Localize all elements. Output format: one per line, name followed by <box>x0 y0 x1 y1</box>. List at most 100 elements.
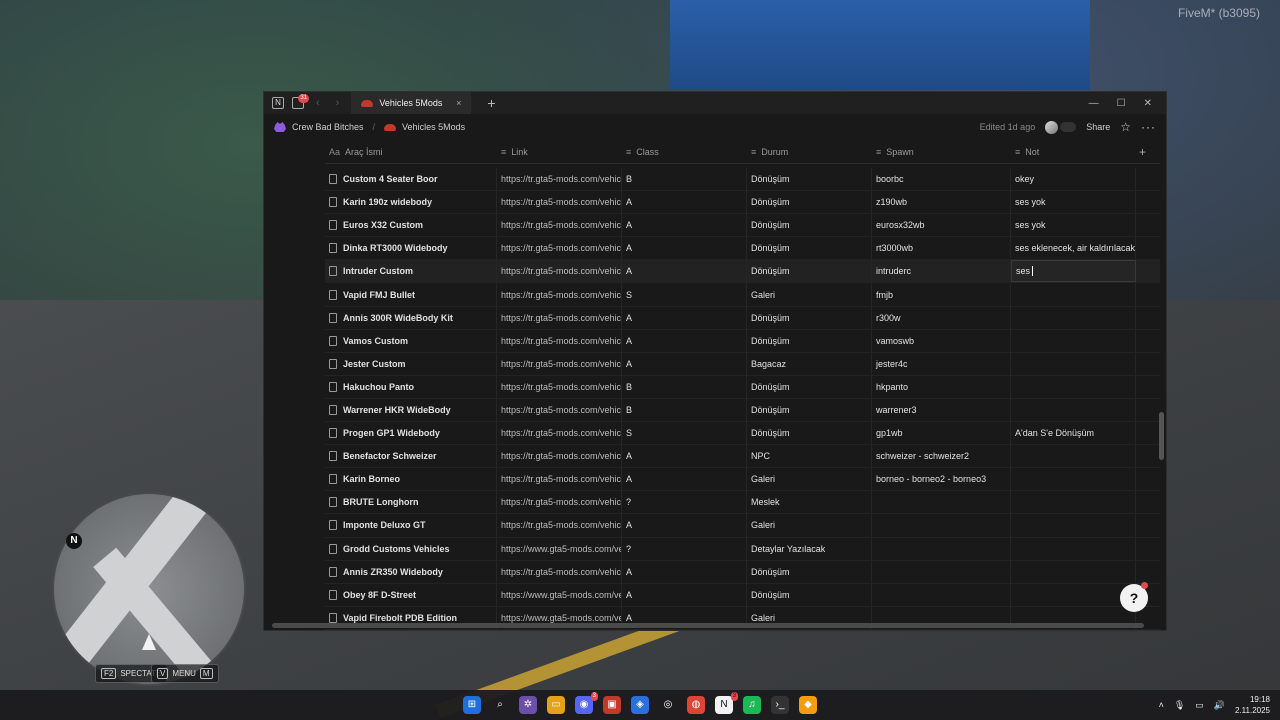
cell-durum[interactable]: Dönüşüm <box>747 214 872 237</box>
cell-name[interactable]: Intruder Custom <box>325 260 497 283</box>
cell-class[interactable]: A <box>622 237 747 260</box>
cell-name[interactable]: Vamos Custom <box>325 329 497 352</box>
cell-spawn[interactable]: boorbc <box>872 168 1011 191</box>
cell-link[interactable]: https://tr.gta5-mods.com/vehic <box>497 398 622 422</box>
cell-name[interactable]: Annis ZR350 Widebody <box>325 560 497 583</box>
help-button[interactable]: ? <box>1120 582 1148 612</box>
cell-class[interactable]: A <box>622 560 747 583</box>
tray-chevron-icon[interactable]: ˄ <box>1159 700 1164 710</box>
table-row[interactable]: Grodd Customs Vehicles https://www.gta5-m… <box>325 537 1160 561</box>
terminal-icon[interactable]: ›_ <box>771 696 789 714</box>
cell-class[interactable]: A <box>622 214 747 237</box>
cell-spawn[interactable]: jester4c <box>872 352 1011 375</box>
table-row[interactable]: Vamos Custom https://tr.gta5-mods.com/veh… <box>325 329 1160 353</box>
cell-not[interactable] <box>1011 375 1136 398</box>
table-row[interactable]: Obey 8F D-Street https://www.gta5-mods.co… <box>325 583 1160 607</box>
avatar[interactable] <box>1045 120 1059 134</box>
cell-durum[interactable]: Dönüşüm <box>747 329 872 352</box>
cell-spawn[interactable]: hkpanto <box>872 375 1011 398</box>
more-options-icon[interactable]: ··· <box>1141 120 1156 134</box>
steam-icon[interactable]: ◈ <box>631 696 649 714</box>
cell-spawn[interactable] <box>872 514 1011 537</box>
cell-spawn[interactable]: eurosx32wb <box>872 214 1011 237</box>
cell-link[interactable]: https://tr.gta5-mods.com/vehic <box>497 375 622 398</box>
cell-link[interactable]: https://tr.gta5-mods.com/vehic <box>497 306 622 329</box>
clock[interactable]: 19:18 2.11.2025 <box>1235 694 1270 716</box>
cell-not[interactable]: ses yok <box>1011 214 1136 237</box>
cell-link[interactable]: https://tr.gta5-mods.com/vehic <box>497 422 622 445</box>
fivem-icon[interactable]: ◆ <box>799 696 817 714</box>
cell-name[interactable]: Warrener HKR WideBody <box>325 398 497 422</box>
table-row[interactable]: Karin Borneo https://tr.gta5-mods.com/veh… <box>325 468 1160 492</box>
table-row[interactable]: Dinka RT3000 Widebody https://tr.gta5-mod… <box>325 237 1160 261</box>
cell-name[interactable]: Karin 190z widebody <box>325 191 497 214</box>
start-icon[interactable]: ⊞ <box>463 696 481 714</box>
cell-class[interactable]: A <box>622 468 747 491</box>
cell-link[interactable]: https://tr.gta5-mods.com/vehic <box>497 237 622 260</box>
cell-durum[interactable]: Detaylar Yazılacak <box>747 537 872 560</box>
cell-link[interactable]: https://www.gta5-mods.com/ve <box>497 537 622 560</box>
cell-not[interactable] <box>1011 468 1136 491</box>
cell-class[interactable]: B <box>622 375 747 398</box>
table-row[interactable]: Warrener HKR WideBody https://tr.gta5-mod… <box>325 398 1160 423</box>
cell-class[interactable]: A <box>622 352 747 375</box>
cell-durum[interactable]: Dönüşüm <box>747 260 872 283</box>
cell-link[interactable]: https://tr.gta5-mods.com/vehic <box>497 260 622 283</box>
cell-name[interactable]: Grodd Customs Vehicles <box>325 537 497 560</box>
table-row[interactable]: Vapid FMJ Bullet https://tr.gta5-mods.com… <box>325 283 1160 307</box>
cell-name[interactable]: Custom 4 Seater Boor <box>325 168 497 191</box>
cell-not[interactable] <box>1011 514 1136 537</box>
minimize-icon[interactable]: — <box>1089 98 1099 109</box>
table-row[interactable]: Jester Custom https://tr.gta5-mods.com/ve… <box>325 352 1160 376</box>
cell-spawn[interactable]: rt3000wb <box>872 237 1011 260</box>
cell-class[interactable]: A <box>622 191 747 214</box>
table-row[interactable]: Intruder Custom https://tr.gta5-mods.com/… <box>325 260 1160 284</box>
cell-link[interactable]: https://tr.gta5-mods.com/vehic <box>497 468 622 491</box>
column-header-spawn[interactable]: ≡ Spawn <box>872 140 1011 164</box>
cell-class[interactable]: ? <box>622 491 747 514</box>
cell-link[interactable]: https://tr.gta5-mods.com/vehic <box>497 329 622 352</box>
microphone-icon[interactable]: 🎙 <box>1174 700 1185 711</box>
cell-link[interactable]: https://www.gta5-mods.com/ve <box>497 583 622 606</box>
vertical-scrollbar[interactable] <box>1159 412 1164 460</box>
cell-durum[interactable]: Bagacaz <box>747 352 872 375</box>
cell-link[interactable]: https://tr.gta5-mods.com/vehic <box>497 214 622 237</box>
github-icon[interactable]: ◎ <box>659 696 677 714</box>
cell-spawn[interactable]: schweizer - schweizer2 <box>872 445 1011 468</box>
media-app-icon[interactable]: ▣ <box>603 696 621 714</box>
cell-spawn[interactable]: vamoswb <box>872 329 1011 352</box>
cell-name[interactable]: BRUTE Longhorn <box>325 491 497 514</box>
network-icon[interactable]: ▭ <box>1195 700 1204 711</box>
cell-not[interactable] <box>1011 560 1136 583</box>
column-header-name[interactable]: Aa Araç İsmi <box>325 140 497 164</box>
cell-class[interactable]: A <box>622 583 747 606</box>
column-header-class[interactable]: ≡ Class <box>622 140 747 164</box>
cell-spawn[interactable] <box>872 537 1011 560</box>
cell-durum[interactable]: Meslek <box>747 491 872 514</box>
tab-vehicles[interactable]: Vehicles 5Mods × <box>351 92 472 114</box>
cell-spawn[interactable]: z190wb <box>872 191 1011 214</box>
cell-durum[interactable]: NPC <box>747 445 872 468</box>
notion-taskbar-icon[interactable]: N3 <box>715 692 738 714</box>
cell-durum[interactable]: Dönüşüm <box>747 237 872 260</box>
cell-link[interactable]: https://tr.gta5-mods.com/vehic <box>497 352 622 375</box>
horizontal-scrollbar[interactable] <box>272 623 1144 628</box>
cell-not[interactable]: ses eklenecek, air kaldırılacak <box>1011 237 1136 260</box>
cell-durum[interactable]: Galeri <box>747 514 872 537</box>
cell-class[interactable]: A <box>622 260 747 283</box>
cell-not[interactable] <box>1011 352 1136 375</box>
cell-not[interactable]: okey <box>1011 168 1136 191</box>
cell-name[interactable]: Progen GP1 Widebody <box>325 422 497 445</box>
cell-spawn[interactable]: intruderc <box>872 260 1011 283</box>
table-row[interactable]: Custom 4 Seater Boor https://tr.gta5-mods… <box>325 168 1160 192</box>
cell-spawn[interactable]: warrener3 <box>872 398 1011 422</box>
share-button[interactable]: Share <box>1086 122 1110 132</box>
cell-name[interactable]: Karin Borneo <box>325 468 497 491</box>
cell-class[interactable]: B <box>622 398 747 422</box>
cell-class[interactable]: S <box>622 283 747 306</box>
breadcrumb-page[interactable]: Vehicles 5Mods <box>402 122 465 132</box>
table-row[interactable]: Progen GP1 Widebody https://tr.gta5-mods.… <box>325 422 1160 446</box>
cell-name[interactable]: Jester Custom <box>325 352 497 375</box>
cell-name[interactable]: Dinka RT3000 Widebody <box>325 237 497 260</box>
table-row[interactable]: Imponte Deluxo GT https://tr.gta5-mods.co… <box>325 514 1160 538</box>
